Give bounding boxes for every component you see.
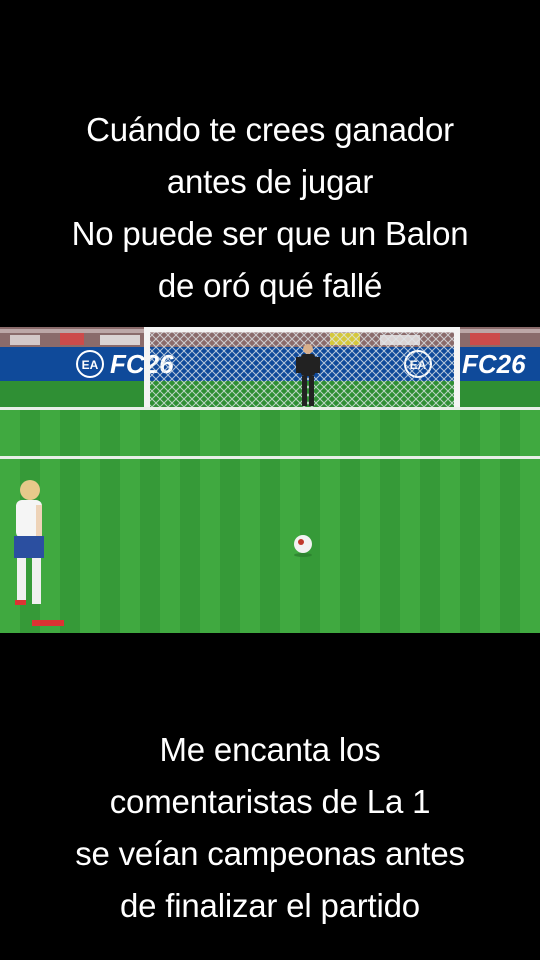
bottom-caption-line-2: comentaristas de La 1 bbox=[109, 783, 431, 820]
ea-logo-left-text: EA bbox=[82, 358, 99, 372]
video-frame[interactable]: EA FC26 EA FC26 bbox=[0, 327, 540, 633]
goal-line bbox=[0, 407, 540, 410]
pitch-background bbox=[0, 381, 540, 633]
penalty-scene: EA FC26 EA FC26 bbox=[0, 327, 540, 633]
top-caption-line-4: de oró qué fallé bbox=[157, 267, 383, 304]
bottom-caption-line-4: de finalizar el partido bbox=[120, 887, 420, 924]
ball bbox=[294, 535, 312, 557]
bottom-caption: Me encanta los comentaristas de La 1 se … bbox=[0, 724, 540, 932]
bottom-caption-line-3: se veían campeonas antes bbox=[75, 835, 465, 872]
top-caption-line-1: Cuándo te crees ganador bbox=[86, 111, 454, 148]
goal-post-right bbox=[454, 327, 460, 409]
goal-post-left bbox=[144, 327, 150, 409]
top-caption-line-3: No puede ser que un Balon bbox=[71, 215, 469, 252]
six-yard-line bbox=[0, 456, 540, 459]
top-caption: Cuándo te crees ganador antes de jugar N… bbox=[0, 104, 540, 312]
bottom-caption-line-1: Me encanta los bbox=[159, 731, 381, 768]
ad-board-text-right: FC26 bbox=[462, 349, 526, 379]
top-caption-line-2: antes de jugar bbox=[166, 163, 374, 200]
goal-crossbar bbox=[144, 327, 460, 332]
